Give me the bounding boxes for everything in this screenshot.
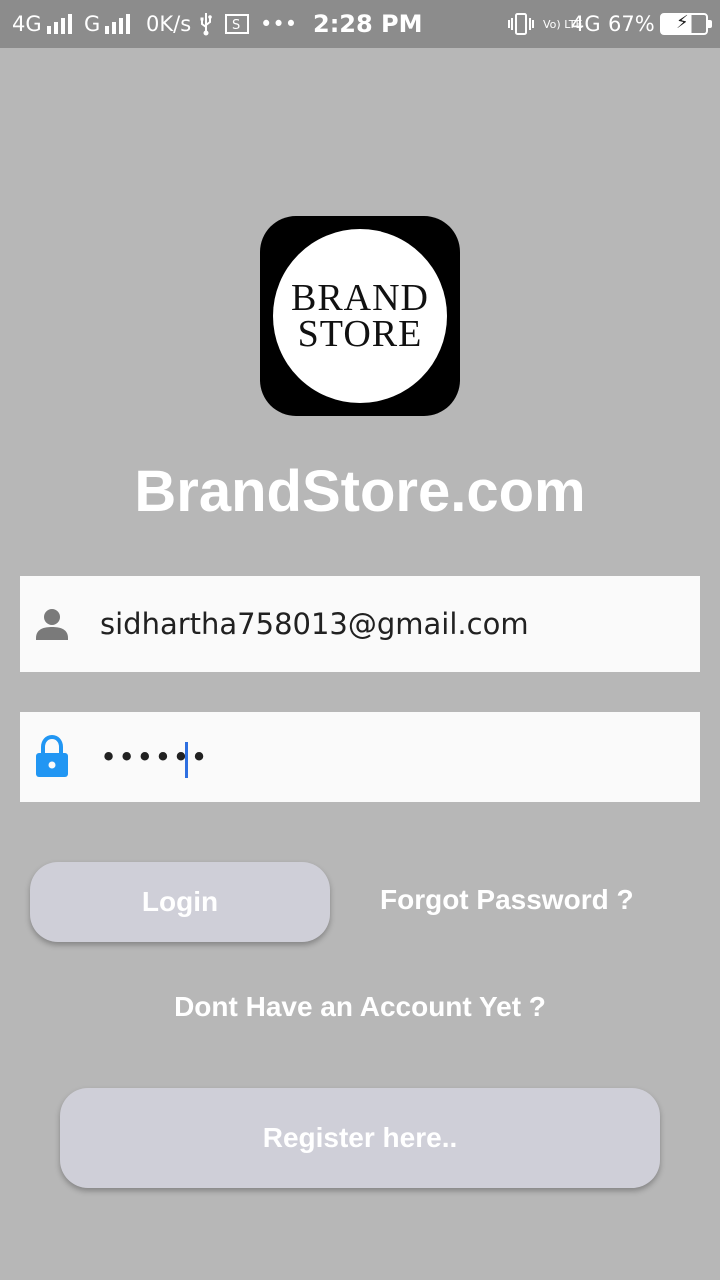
signal-icon <box>46 14 72 34</box>
brand-logo: BRAND STORE <box>260 216 460 416</box>
password-input[interactable]: •••••• <box>100 740 209 774</box>
forgot-password-link[interactable]: Forgot Password ? <box>380 884 634 916</box>
person-icon <box>28 600 76 648</box>
screenshot-icon: S <box>224 0 250 48</box>
battery-charging-icon: ⚡ <box>660 0 712 48</box>
status-bar: 4G G 0K/s S ••• 2:28 PM Vo) LTE 4G 67% ⚡ <box>0 0 720 48</box>
text-cursor <box>185 742 188 778</box>
network-type-label-3: 4G <box>571 12 601 36</box>
network-indicator-2: G <box>84 0 131 48</box>
login-button[interactable]: Login <box>30 862 330 942</box>
network-speed: 0K/s <box>146 12 192 36</box>
usb-icon <box>198 0 214 48</box>
lock-icon <box>28 733 76 781</box>
clock: 2:28 PM <box>313 10 423 38</box>
more-notifications-icon: ••• <box>260 12 298 36</box>
email-input[interactable] <box>100 604 690 644</box>
app-title: BrandStore.com <box>134 459 586 524</box>
password-field[interactable]: •••••• <box>20 712 700 802</box>
email-field[interactable] <box>20 576 700 672</box>
logo-text-line-2: STORE <box>297 313 423 355</box>
logo-text-line-1: BRAND <box>290 277 430 319</box>
logo-badge: BRAND STORE <box>273 229 447 403</box>
register-button[interactable]: Register here.. <box>60 1088 660 1188</box>
battery-percentage: 67% <box>608 12 655 36</box>
network-type-label-2: G <box>84 12 101 36</box>
signal-icon <box>105 14 131 34</box>
vibrate-icon <box>507 0 535 48</box>
svg-text:S: S <box>232 18 240 33</box>
no-account-text: Dont Have an Account Yet ? <box>174 991 546 1022</box>
network-type-label: 4G <box>12 12 42 36</box>
network-indicator-1: 4G <box>12 0 72 48</box>
